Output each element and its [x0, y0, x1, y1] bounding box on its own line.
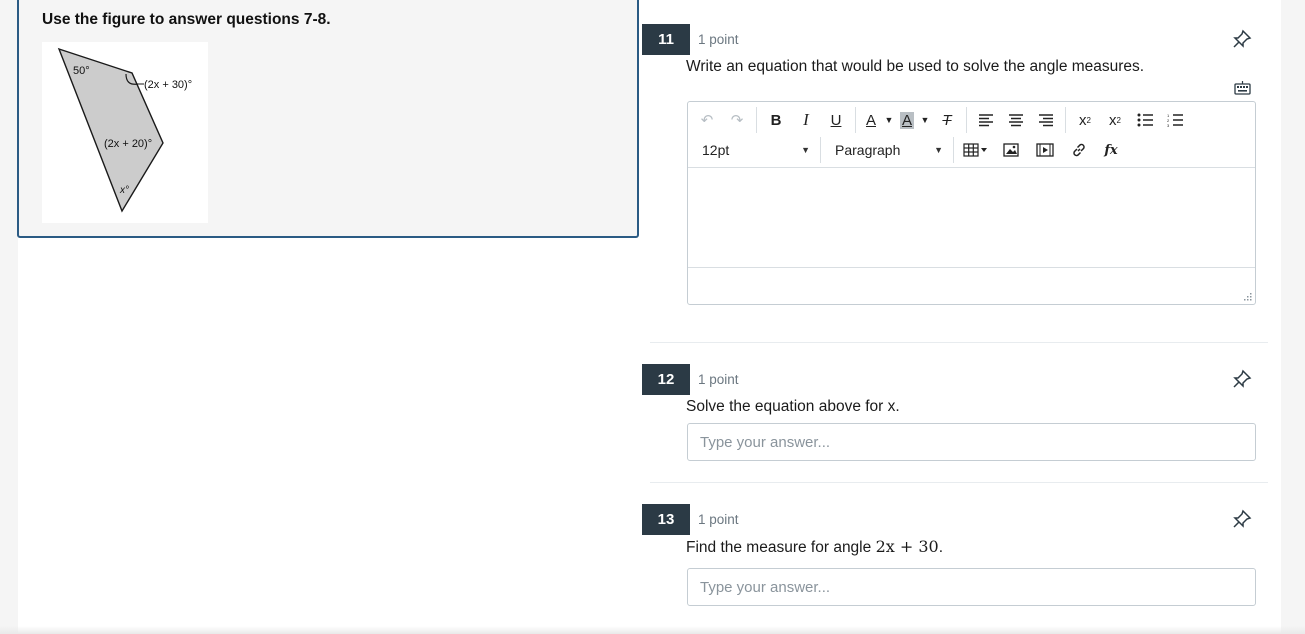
question-points: 1 point: [698, 512, 739, 527]
align-left-icon[interactable]: [971, 106, 1001, 134]
resize-handle-icon[interactable]: [1243, 292, 1252, 301]
chevron-down-icon: ▼: [934, 145, 943, 155]
question-points: 1 point: [698, 372, 739, 387]
media-icon[interactable]: [1028, 136, 1062, 164]
table-icon[interactable]: [958, 136, 994, 164]
question-prompt-text: Find the measure for angle: [686, 539, 876, 556]
align-right-icon[interactable]: [1031, 106, 1061, 134]
block-format-value: Paragraph: [835, 142, 901, 158]
pin-icon[interactable]: [1232, 29, 1252, 49]
question-points: 1 point: [698, 32, 739, 47]
highlight-color-icon[interactable]: A: [896, 106, 918, 134]
answer-input[interactable]: [687, 568, 1256, 606]
align-center-icon[interactable]: [1001, 106, 1031, 134]
toolbar-separator: [820, 137, 821, 163]
question-12: 12 1 point Solve the equation above for …: [642, 364, 1268, 464]
toolbar-separator: [953, 137, 954, 163]
question-divider: [650, 342, 1268, 343]
underline-icon[interactable]: U: [821, 106, 851, 134]
italic-icon[interactable]: I: [791, 106, 821, 134]
keyboard-shortcuts-icon[interactable]: [1234, 81, 1251, 95]
answer-input[interactable]: [687, 423, 1256, 461]
font-size-value: 12pt: [702, 142, 730, 158]
link-icon[interactable]: [1062, 136, 1096, 164]
question-number: 13: [642, 504, 690, 535]
question-divider: [650, 482, 1268, 483]
bullet-list-icon[interactable]: [1130, 106, 1160, 134]
pin-icon[interactable]: [1232, 509, 1252, 529]
question-prompt: Solve the equation above for x.: [686, 398, 900, 415]
question-prompt: Find the measure for angle 2x + 30.: [686, 537, 943, 557]
angle-label-upper-right: (2x + 30)°: [144, 79, 192, 91]
question-prompt-end: .: [938, 539, 944, 556]
question-13: 13 1 point Find the measure for angle 2x…: [642, 504, 1268, 614]
question-11: 11 1 point Write an equation that would …: [642, 24, 1268, 324]
rich-text-editor: ↶ ↷ B I U A ▼ A ▼ T x2 x2 1 2 3 12pt ▼ P…: [687, 101, 1256, 305]
question-prompt: Write an equation that would be used to …: [686, 58, 1145, 75]
subscript-icon[interactable]: x2: [1100, 106, 1130, 134]
stimulus-title: Use the figure to answer questions 7-8.: [42, 11, 331, 28]
angle-label-middle: (2x + 20)°: [104, 138, 152, 150]
text-color-dropdown-icon[interactable]: ▼: [882, 106, 896, 134]
angle-label-top: 50°: [73, 65, 90, 77]
question-number: 12: [642, 364, 690, 395]
page-bottom-edge: [0, 626, 1305, 634]
redo-icon[interactable]: ↷: [722, 106, 752, 134]
toolbar-separator: [756, 107, 757, 133]
bold-icon[interactable]: B: [761, 106, 791, 134]
highlight-dropdown-icon[interactable]: ▼: [918, 106, 932, 134]
editor-toolbar-row-1: ↶ ↷ B I U A ▼ A ▼ T x2 x2 1 2 3: [692, 104, 1190, 136]
question-number: 11: [642, 24, 690, 55]
quadrilateral-diagram: 50° (2x + 30)° (2x + 20)° x°: [57, 47, 192, 213]
numbered-list-icon[interactable]: 123: [1160, 106, 1190, 134]
font-size-select[interactable]: 12pt ▼: [692, 136, 816, 164]
pin-icon[interactable]: [1232, 369, 1252, 389]
quadrilateral-figure: 50° (2x + 30)° (2x + 20)° x°: [42, 42, 208, 223]
toolbar-separator: [966, 107, 967, 133]
text-color-icon[interactable]: A: [860, 106, 882, 134]
superscript-icon[interactable]: x2: [1070, 106, 1100, 134]
toolbar-separator: [1065, 107, 1066, 133]
block-format-select[interactable]: Paragraph ▼: [825, 136, 949, 164]
angle-label-bottom: x°: [119, 185, 129, 196]
image-icon[interactable]: [994, 136, 1028, 164]
equation-icon[interactable]: fx: [1096, 136, 1126, 164]
editor-status-bar: [688, 268, 1255, 304]
chevron-down-icon: ▼: [801, 145, 810, 155]
question-prompt-math: 2x + 30: [875, 537, 939, 556]
clear-formatting-icon[interactable]: T: [932, 106, 962, 134]
svg-text:3: 3: [1167, 123, 1170, 127]
stimulus-panel: Use the figure to answer questions 7-8. …: [17, 0, 639, 238]
editor-toolbar-row-2: 12pt ▼ Paragraph ▼ fx: [692, 134, 1126, 166]
undo-icon[interactable]: ↶: [692, 106, 722, 134]
toolbar-separator: [855, 107, 856, 133]
editor-content-area[interactable]: [688, 167, 1255, 268]
